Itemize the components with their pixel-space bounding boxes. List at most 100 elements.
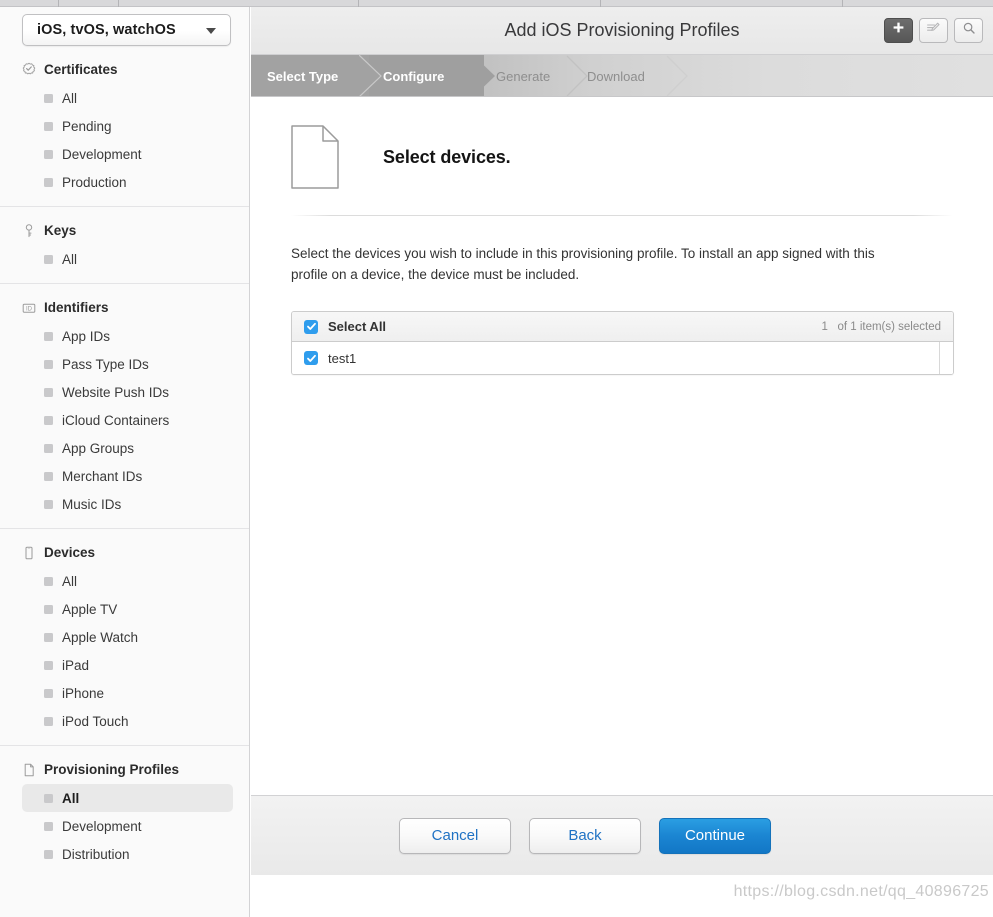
sidebar-item-devices-all[interactable]: All: [22, 567, 233, 595]
bullet-icon: [44, 415, 53, 425]
sidebar-section-title: Keys: [44, 223, 77, 238]
edit-button[interactable]: [919, 17, 948, 43]
sidebar-section-certificates: Certificates All Pending Development Pro…: [0, 46, 249, 196]
bullet-icon: [44, 660, 53, 670]
sidebar-item-label: Production: [62, 174, 127, 190]
wizard-steps: Select Type Configure Generate Download: [251, 55, 993, 97]
bullet-icon: [44, 688, 53, 698]
content-area: Select devices. Select the devices you w…: [251, 97, 993, 875]
sidebar-item-label: iCloud Containers: [62, 412, 170, 428]
sidebar-item-label: iPod Touch: [62, 713, 129, 729]
plus-icon: [892, 21, 905, 39]
sidebar-item-profiles-all[interactable]: All: [22, 784, 233, 812]
sidebar-item-certificates-all[interactable]: All: [22, 84, 233, 112]
sidebar-item-profiles-development[interactable]: Development: [22, 812, 233, 840]
sidebar-item-certificates-production[interactable]: Production: [22, 168, 233, 196]
sidebar-item-label: Development: [62, 146, 142, 162]
id-badge-icon: ID: [20, 299, 37, 316]
bullet-icon: [44, 471, 53, 481]
table-row[interactable]: test1: [292, 342, 953, 374]
bullet-icon: [44, 177, 53, 187]
sidebar-item-label: All: [62, 251, 78, 267]
table-scrollbar-gutter[interactable]: [939, 342, 953, 374]
bullet-icon: [44, 254, 53, 264]
device-name-label: test1: [328, 350, 357, 366]
wizard-footer: Cancel Back Continue: [251, 795, 993, 875]
sidebar-section-header-devices: Devices: [0, 539, 249, 567]
select-all-checkbox[interactable]: [304, 319, 318, 334]
back-button-label: Back: [568, 827, 602, 844]
bullet-icon: [44, 576, 53, 586]
sidebar-section-provisioning-profiles: Provisioning Profiles All Development Di…: [0, 745, 249, 868]
svg-text:ID: ID: [26, 306, 33, 312]
main-panel: Add iOS Provisioning Profiles Select Typ…: [251, 7, 993, 917]
device-table-header[interactable]: Select All 1 of 1 item(s) selected: [292, 312, 953, 342]
bullet-icon: [44, 121, 53, 131]
bullet-icon: [44, 359, 53, 369]
sidebar-item-label: All: [62, 90, 78, 106]
sidebar-item-label: All: [62, 790, 80, 806]
step-chevron-divider: [359, 55, 385, 96]
sidebar-item-ipad[interactable]: iPad: [22, 651, 233, 679]
bullet-icon: [44, 793, 53, 803]
sidebar-item-label: Website Push IDs: [62, 384, 170, 400]
search-button[interactable]: [954, 17, 983, 43]
edit-pencil-icon: [926, 21, 941, 40]
back-button[interactable]: Back: [529, 817, 641, 854]
sidebar-item-website-push-ids[interactable]: Website Push IDs: [22, 378, 233, 406]
sidebar-item-iphone[interactable]: iPhone: [22, 679, 233, 707]
wizard-step-label: Generate: [496, 68, 551, 84]
sidebar-item-label: iPad: [62, 657, 90, 673]
sidebar-item-label: Pass Type IDs: [62, 356, 149, 372]
sidebar-item-certificates-development[interactable]: Development: [22, 140, 233, 168]
sidebar-item-label: Distribution: [62, 846, 130, 862]
sidebar-item-profiles-distribution[interactable]: Distribution: [22, 840, 233, 868]
wizard-step-download: Download: [587, 55, 645, 96]
sidebar-item-label: Music IDs: [62, 496, 122, 512]
sidebar-item-app-ids[interactable]: App IDs: [22, 322, 233, 350]
bullet-icon: [44, 821, 53, 831]
wizard-step-label: Download: [587, 68, 645, 84]
sidebar-section-keys: Keys All: [0, 206, 249, 273]
sidebar-item-label: Apple TV: [62, 601, 118, 617]
sidebar-item-merchant-ids[interactable]: Merchant IDs: [22, 462, 233, 490]
certificate-seal-icon: [20, 61, 37, 78]
sidebar-item-app-groups[interactable]: App Groups: [22, 434, 233, 462]
bullet-icon: [44, 149, 53, 159]
sidebar-item-label: iPhone: [62, 685, 105, 701]
continue-button-label: Continue: [684, 827, 746, 844]
bullet-icon: [44, 387, 53, 397]
device-phone-icon: [20, 544, 37, 561]
sidebar-section-title: Provisioning Profiles: [44, 762, 180, 777]
sidebar-item-label: Development: [62, 818, 142, 834]
sidebar-item-keys-all[interactable]: All: [22, 245, 233, 273]
sidebar-item-label: All: [62, 573, 78, 589]
bullet-icon: [44, 604, 53, 614]
sidebar-item-apple-tv[interactable]: Apple TV: [22, 595, 233, 623]
sidebar-section-title: Certificates: [44, 62, 118, 77]
device-table-body: test1: [292, 342, 953, 374]
add-button[interactable]: [884, 17, 913, 43]
sidebar-item-pass-type-ids[interactable]: Pass Type IDs: [22, 350, 233, 378]
sidebar-section-title: Devices: [44, 545, 96, 560]
sidebar: iOS, tvOS, watchOS Certificates All Pend…: [0, 7, 250, 917]
sidebar-item-ipod-touch[interactable]: iPod Touch: [22, 707, 233, 735]
sidebar-item-certificates-pending[interactable]: Pending: [22, 112, 233, 140]
sidebar-item-music-ids[interactable]: Music IDs: [22, 490, 233, 518]
chevron-down-icon: [206, 28, 216, 34]
section-heading: Select devices.: [383, 146, 511, 167]
wizard-step-generate: Generate: [496, 55, 551, 96]
sidebar-section-header-identifiers: ID Identifiers: [0, 294, 249, 322]
sidebar-section-identifiers: ID Identifiers App IDs Pass Type IDs Web…: [0, 283, 249, 518]
continue-button[interactable]: Continue: [659, 817, 771, 854]
divider: [291, 215, 953, 216]
sidebar-item-icloud-containers[interactable]: iCloud Containers: [22, 406, 233, 434]
os-platform-select[interactable]: iOS, tvOS, watchOS: [22, 14, 231, 46]
app-window: iOS, tvOS, watchOS Certificates All Pend…: [0, 0, 993, 917]
sidebar-item-apple-watch[interactable]: Apple Watch: [22, 623, 233, 651]
sidebar-item-label: Apple Watch: [62, 629, 139, 645]
search-icon: [962, 21, 976, 40]
device-table: Select All 1 of 1 item(s) selected test1: [291, 311, 954, 375]
cancel-button[interactable]: Cancel: [399, 817, 511, 854]
row-checkbox[interactable]: [304, 351, 318, 365]
